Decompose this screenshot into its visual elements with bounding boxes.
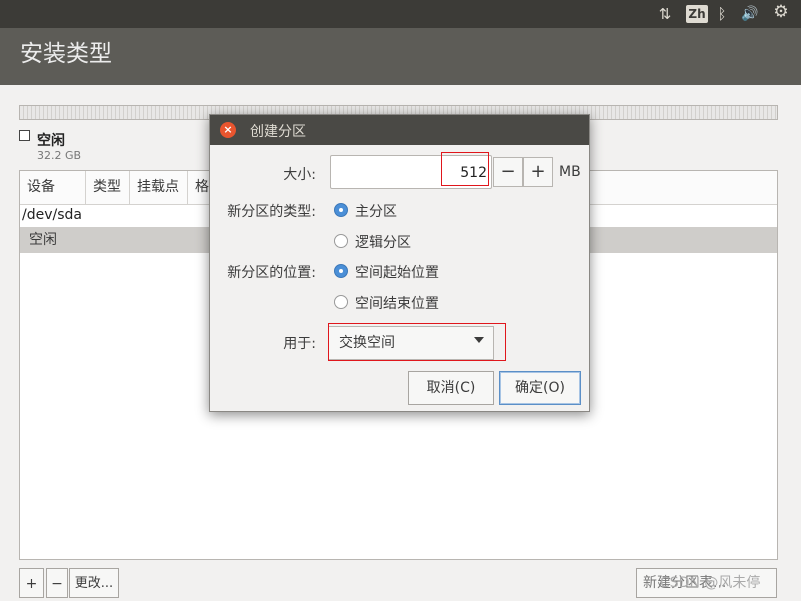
dialog-titlebar: × 创建分区	[210, 115, 589, 145]
column-device[interactable]: 设备	[20, 171, 86, 204]
use-as-annotation-box	[328, 323, 506, 361]
column-type[interactable]: 类型	[86, 171, 130, 204]
logical-partition-label[interactable]: 逻辑分区	[355, 232, 411, 252]
free-space-legend-size: 32.2 GB	[37, 149, 82, 162]
size-unit: MB	[559, 164, 581, 180]
close-icon[interactable]: ×	[220, 122, 236, 138]
top-panel: ⇅ Zh ᛒ 🔊 ⚙	[0, 0, 801, 28]
gear-icon[interactable]: ⚙	[771, 3, 791, 21]
keyboard-layout-indicator[interactable]: Zh	[686, 5, 708, 23]
remove-partition-button[interactable]: −	[46, 568, 68, 598]
watermark: CSDN @风未停	[660, 575, 761, 591]
volume-icon[interactable]: 🔊	[738, 5, 762, 23]
partition-location-label: 新分区的位置:	[227, 265, 316, 281]
use-as-label: 用于:	[283, 336, 316, 352]
change-partition-button[interactable]: 更改...	[69, 568, 119, 598]
location-begin-label[interactable]: 空间起始位置	[355, 262, 439, 282]
primary-partition-radio[interactable]	[334, 203, 348, 217]
cancel-button[interactable]: 取消(C)	[408, 371, 494, 405]
add-partition-button[interactable]: +	[19, 568, 44, 598]
size-annotation-box	[441, 152, 489, 186]
page-title: 安装类型	[20, 41, 112, 67]
location-end-radio[interactable]	[334, 295, 348, 309]
ok-button[interactable]: 确定(O)	[499, 371, 581, 405]
network-sort-icon[interactable]: ⇅	[655, 5, 675, 23]
logical-partition-radio[interactable]	[334, 234, 348, 248]
location-end-label[interactable]: 空间结束位置	[355, 293, 439, 313]
size-decrement-button[interactable]: −	[493, 157, 523, 187]
dialog-title: 创建分区	[250, 124, 306, 140]
partition-type-label: 新分区的类型:	[227, 204, 316, 220]
bluetooth-icon[interactable]: ᛒ	[714, 5, 730, 23]
header: 安装类型	[0, 28, 801, 85]
size-increment-button[interactable]: +	[523, 157, 553, 187]
primary-partition-label[interactable]: 主分区	[355, 201, 397, 221]
create-partition-dialog: × 创建分区 大小: 512 − + MB 新分区的类型: 主分区 逻辑分区 新…	[209, 114, 590, 412]
free-space-legend-name: 空闲	[37, 133, 65, 149]
location-begin-radio[interactable]	[334, 264, 348, 278]
column-mount[interactable]: 挂载点	[130, 171, 188, 204]
free-space-legend-swatch	[19, 130, 30, 141]
size-label: 大小:	[283, 167, 316, 183]
